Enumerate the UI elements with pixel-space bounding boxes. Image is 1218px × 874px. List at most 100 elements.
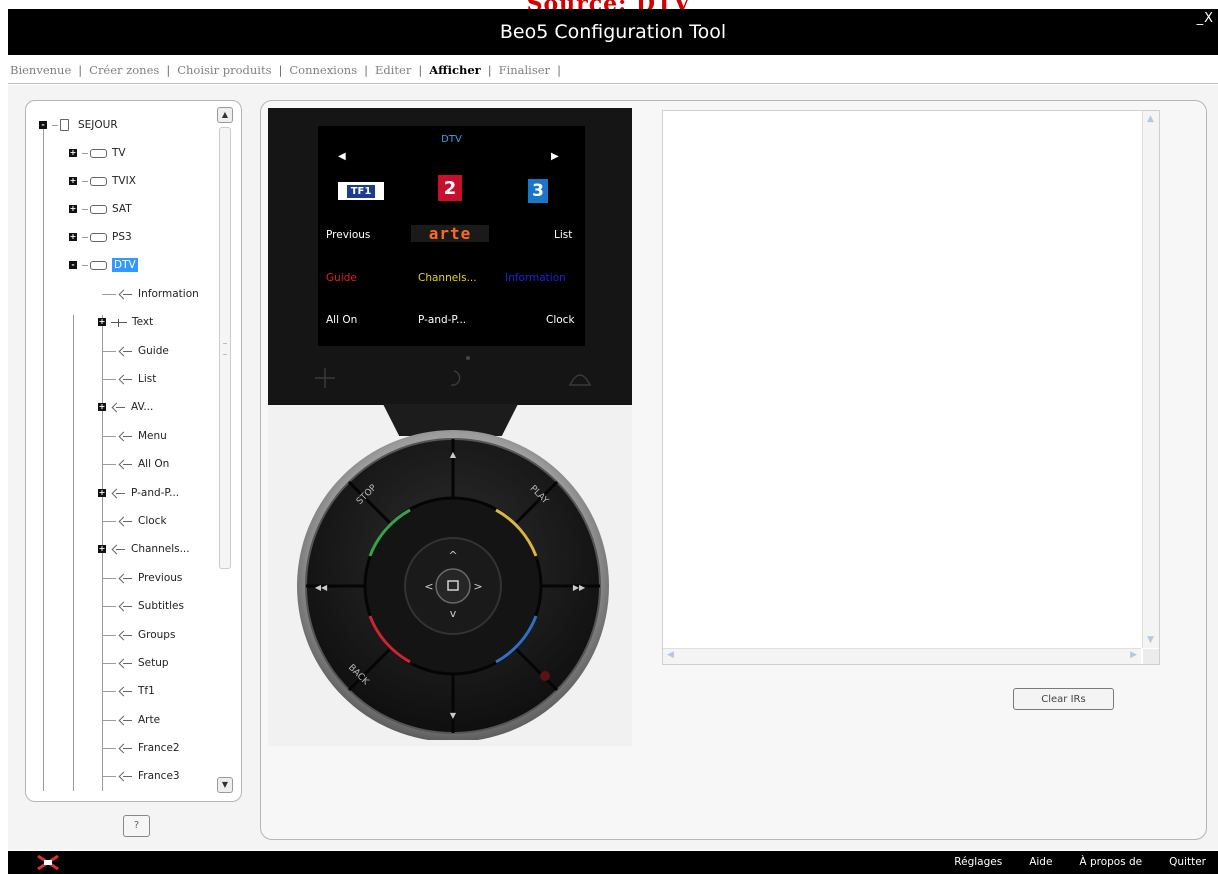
- tree-button-p-and-p[interactable]: + P-and-P...: [98, 485, 179, 501]
- nav-finaliser[interactable]: Finaliser: [499, 63, 550, 77]
- france2-logo[interactable]: 2: [438, 175, 462, 201]
- tree-button-tf1[interactable]: Tf1: [102, 683, 155, 699]
- expand-icon[interactable]: +: [98, 489, 106, 497]
- nav-separator: |: [557, 62, 561, 77]
- button-icon: [118, 433, 132, 439]
- wizard-navigation: Bienvenue | Créer zones | Choisir produi…: [8, 56, 1218, 84]
- expand-icon[interactable]: +: [69, 233, 77, 241]
- tree-button-av[interactable]: + AV...: [98, 399, 153, 415]
- scroll-right-icon[interactable]: ▶: [1130, 650, 1137, 660]
- tree-button-channels[interactable]: + Channels...: [98, 541, 190, 557]
- tree-button-arte[interactable]: Arte: [102, 712, 160, 728]
- tree-button-setup[interactable]: Setup: [102, 655, 169, 671]
- scroll-up-icon[interactable]: ▲: [217, 107, 233, 123]
- button-icon: [118, 603, 132, 609]
- tree-source-tv[interactable]: + TV: [69, 145, 126, 161]
- tree-button-clock[interactable]: Clock: [102, 513, 167, 529]
- tree-button-france2[interactable]: France2: [102, 740, 180, 756]
- tree-room[interactable]: - SEJOUR: [39, 117, 118, 133]
- screen-label-guide[interactable]: Guide: [326, 272, 357, 284]
- close-button[interactable]: X: [1204, 11, 1214, 26]
- screen-label-list[interactable]: List: [554, 229, 572, 241]
- expand-icon[interactable]: +: [98, 403, 106, 411]
- nav-creer-zones[interactable]: Créer zones: [89, 63, 159, 77]
- scroll-thumb[interactable]: [219, 127, 231, 569]
- button-icon: [118, 461, 132, 467]
- tree-button-text[interactable]: + Text: [98, 314, 153, 330]
- title-bar: Beo5 Configuration Tool _X: [8, 9, 1218, 55]
- button-icon: [111, 404, 125, 410]
- ir-list-box[interactable]: ▲ ▼ ◀ ▶: [662, 110, 1160, 665]
- button-icon: [118, 348, 132, 354]
- nav-connexions[interactable]: Connexions: [289, 63, 357, 77]
- window-title: Beo5 Configuration Tool: [499, 21, 727, 43]
- clear-irs-button[interactable]: Clear IRs: [1013, 688, 1114, 710]
- screen-label-all-on[interactable]: All On: [326, 314, 357, 326]
- nav-editer[interactable]: Editer: [375, 63, 411, 77]
- expand-icon[interactable]: +: [98, 318, 106, 326]
- nav-separator: |: [166, 62, 171, 77]
- tree-source-dtv[interactable]: - DTV: [69, 257, 138, 273]
- tree-source-tvix[interactable]: + TVIX: [69, 173, 136, 189]
- screen-left-arrow-icon[interactable]: ◀: [338, 151, 346, 162]
- tree-button-list[interactable]: List: [102, 371, 156, 387]
- expand-icon[interactable]: +: [98, 545, 106, 553]
- scroll-up-icon[interactable]: ▲: [1147, 114, 1154, 124]
- button-icon: [118, 575, 132, 581]
- button-icon: [118, 717, 132, 723]
- tree-button-label: Tf1: [138, 685, 155, 697]
- footer-bar: Réglages Aide À propos de Quitter: [8, 851, 1218, 874]
- screen-label-clock[interactable]: Clock: [546, 314, 575, 326]
- screen-label-p-and-p[interactable]: P-and-P...: [418, 314, 466, 326]
- screen-label-information[interactable]: Information: [505, 272, 566, 284]
- button-icon: [118, 518, 132, 524]
- button-icon: [118, 745, 132, 751]
- expand-icon[interactable]: +: [69, 205, 77, 213]
- scroll-left-icon[interactable]: ◀: [667, 650, 674, 660]
- down-arrow-icon: v: [450, 607, 457, 620]
- tree-button-guide[interactable]: Guide: [102, 343, 169, 359]
- footer-a-propos[interactable]: À propos de: [1079, 856, 1142, 868]
- expand-icon[interactable]: +: [69, 149, 77, 157]
- device-icon: [90, 176, 107, 186]
- ir-horizontal-scrollbar[interactable]: ◀ ▶: [663, 648, 1141, 664]
- scroll-down-icon[interactable]: ▼: [1147, 635, 1154, 645]
- footer-aide[interactable]: Aide: [1029, 856, 1052, 868]
- nav-choisir-produits[interactable]: Choisir produits: [177, 63, 271, 77]
- tree-button-label: Previous: [138, 572, 183, 584]
- france3-logo[interactable]: 3: [528, 179, 548, 203]
- button-icon: [118, 376, 132, 382]
- footer-reglages[interactable]: Réglages: [954, 856, 1002, 868]
- nav-separator: |: [487, 62, 492, 77]
- screen-label-previous[interactable]: Previous: [326, 229, 370, 241]
- left-arrow-icon: <: [424, 580, 433, 593]
- arte-logo[interactable]: arte: [411, 224, 489, 243]
- scroll-down-icon[interactable]: ▼: [217, 777, 233, 793]
- screen-label-channels[interactable]: Channels...: [418, 272, 477, 284]
- tree-button-subtitles[interactable]: Subtitles: [102, 598, 184, 614]
- remote-screen: DTV ◀ ▶ TF1 2 3 Previous arte List Guide…: [318, 126, 585, 346]
- minimize-button[interactable]: _: [1197, 11, 1205, 26]
- tree-scrollbar[interactable]: ▲ ▼: [217, 107, 233, 797]
- tree-button-menu[interactable]: Menu: [102, 428, 167, 444]
- tree-source-ps3[interactable]: + PS3: [69, 229, 132, 245]
- collapse-icon[interactable]: -: [39, 121, 47, 129]
- footer-quitter[interactable]: Quitter: [1169, 856, 1206, 868]
- tree-button-label: France2: [138, 742, 180, 754]
- tree-button-previous[interactable]: Previous: [102, 570, 182, 586]
- tree-button-france3[interactable]: France3: [102, 768, 180, 784]
- tree-source-sat[interactable]: + SAT: [69, 201, 132, 217]
- collapse-icon[interactable]: -: [69, 261, 77, 269]
- nav-separator: |: [278, 62, 283, 77]
- nav-bienvenue[interactable]: Bienvenue: [10, 63, 71, 77]
- nav-afficher[interactable]: Afficher: [429, 63, 480, 77]
- help-button[interactable]: ?: [123, 815, 150, 837]
- tree-button-groups[interactable]: Groups: [102, 627, 175, 643]
- screen-right-arrow-icon[interactable]: ▶: [551, 151, 559, 162]
- tree-button-label: Setup: [138, 657, 169, 669]
- tree-button-information[interactable]: Information: [102, 286, 199, 302]
- ir-vertical-scrollbar[interactable]: ▲ ▼: [1142, 111, 1159, 648]
- tf1-logo[interactable]: TF1: [338, 182, 384, 200]
- tree-button-all-on[interactable]: All On: [102, 456, 169, 472]
- expand-icon[interactable]: +: [69, 177, 77, 185]
